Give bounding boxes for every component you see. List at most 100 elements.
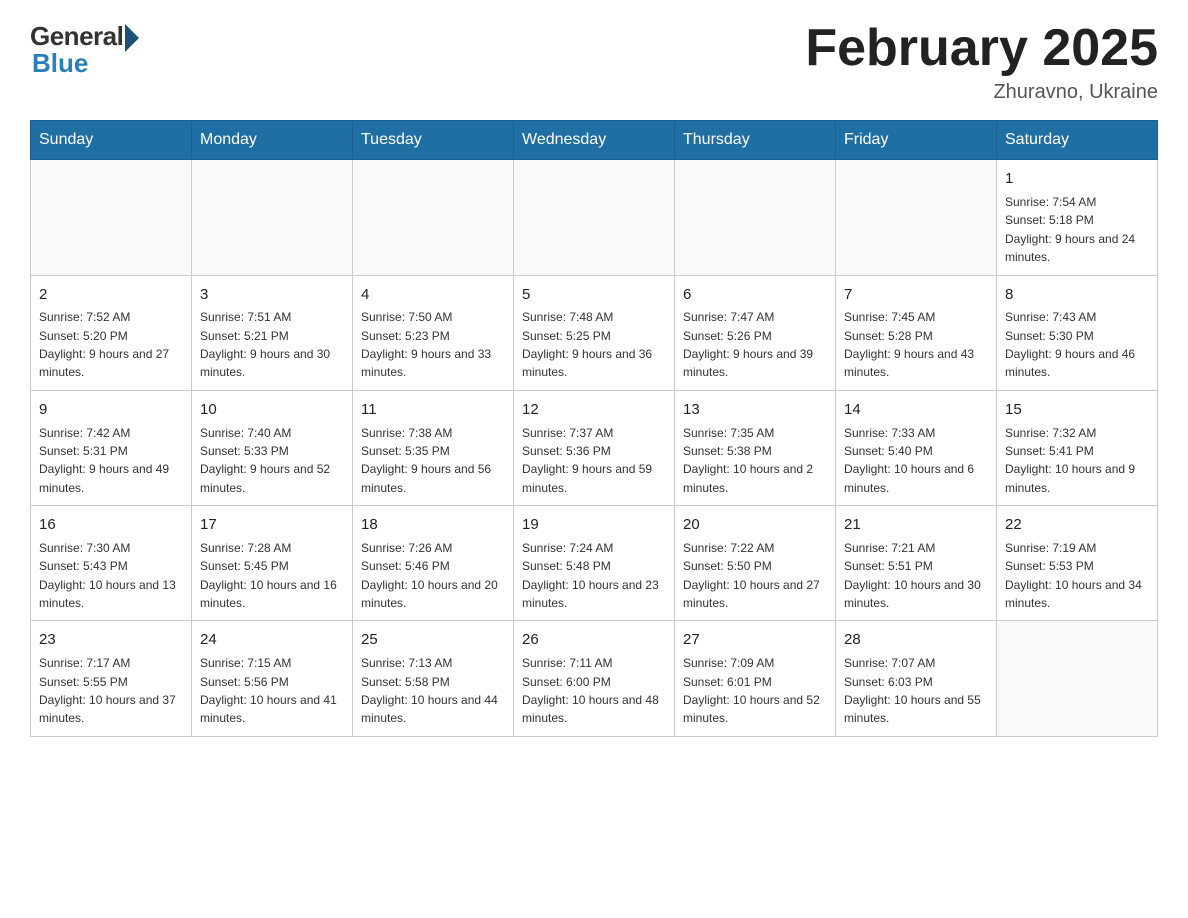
calendar-cell: 14 Sunrise: 7:33 AMSunset: 5:40 PMDayligh… [836, 390, 997, 505]
day-info: Sunrise: 7:33 AMSunset: 5:40 PMDaylight:… [844, 426, 974, 495]
calendar-cell: 2 Sunrise: 7:52 AMSunset: 5:20 PMDaylight… [31, 275, 192, 390]
header-day-thursday: Thursday [675, 121, 836, 160]
logo: General Blue [30, 20, 139, 79]
calendar-cell [675, 160, 836, 275]
month-title: February 2025 [805, 20, 1158, 77]
calendar-cell [836, 160, 997, 275]
calendar-cell: 25 Sunrise: 7:13 AMSunset: 5:58 PMDayligh… [353, 621, 514, 736]
calendar-cell: 22 Sunrise: 7:19 AMSunset: 5:53 PMDayligh… [997, 506, 1158, 621]
calendar-cell: 19 Sunrise: 7:24 AMSunset: 5:48 PMDayligh… [514, 506, 675, 621]
calendar-table: SundayMondayTuesdayWednesdayThursdayFrid… [30, 120, 1158, 737]
day-info: Sunrise: 7:26 AMSunset: 5:46 PMDaylight:… [361, 541, 498, 610]
calendar-cell: 8Sunrise: 7:43 AMSunset: 5:30 PMDaylight… [997, 275, 1158, 390]
day-number: 15 [1005, 399, 1149, 421]
day-number: 25 [361, 629, 505, 651]
day-number: 5 [522, 284, 666, 306]
day-info: Sunrise: 7:15 AMSunset: 5:56 PMDaylight:… [200, 656, 337, 725]
calendar-cell: 28 Sunrise: 7:07 AMSunset: 6:03 PMDayligh… [836, 621, 997, 736]
day-info: Sunrise: 7:07 AMSunset: 6:03 PMDaylight:… [844, 656, 981, 725]
header-day-wednesday: Wednesday [514, 121, 675, 160]
calendar-cell: 3 Sunrise: 7:51 AMSunset: 5:21 PMDaylight… [192, 275, 353, 390]
page-header: General Blue February 2025 Zhuravno, Ukr… [30, 20, 1158, 104]
calendar-cell: 16 Sunrise: 7:30 AMSunset: 5:43 PMDayligh… [31, 506, 192, 621]
day-info: Sunrise: 7:50 AMSunset: 5:23 PMDaylight:… [361, 310, 491, 379]
day-info: Sunrise: 7:30 AMSunset: 5:43 PMDaylight:… [39, 541, 176, 610]
location: Zhuravno, Ukraine [805, 81, 1158, 104]
calendar-cell: 7 Sunrise: 7:45 AMSunset: 5:28 PMDaylight… [836, 275, 997, 390]
header-day-sunday: Sunday [31, 121, 192, 160]
calendar-cell: 4 Sunrise: 7:50 AMSunset: 5:23 PMDaylight… [353, 275, 514, 390]
day-number: 28 [844, 629, 988, 651]
day-number: 16 [39, 514, 183, 536]
logo-general-text: General [30, 21, 123, 52]
day-info: Sunrise: 7:22 AMSunset: 5:50 PMDaylight:… [683, 541, 820, 610]
day-info: Sunrise: 7:47 AMSunset: 5:26 PMDaylight:… [683, 310, 813, 379]
day-number: 6 [683, 284, 827, 306]
day-number: 24 [200, 629, 344, 651]
day-info: Sunrise: 7:11 AMSunset: 6:00 PMDaylight:… [522, 656, 659, 725]
day-info: Sunrise: 7:42 AMSunset: 5:31 PMDaylight:… [39, 426, 169, 495]
calendar-cell: 20 Sunrise: 7:22 AMSunset: 5:50 PMDayligh… [675, 506, 836, 621]
day-number: 4 [361, 284, 505, 306]
day-number: 8 [1005, 284, 1149, 306]
day-number: 19 [522, 514, 666, 536]
day-info: Sunrise: 7:09 AMSunset: 6:01 PMDaylight:… [683, 656, 820, 725]
calendar-cell [997, 621, 1158, 736]
calendar-cell: 6 Sunrise: 7:47 AMSunset: 5:26 PMDaylight… [675, 275, 836, 390]
day-info: Sunrise: 7:52 AMSunset: 5:20 PMDaylight:… [39, 310, 169, 379]
day-info: Sunrise: 7:48 AMSunset: 5:25 PMDaylight:… [522, 310, 652, 379]
day-number: 22 [1005, 514, 1149, 536]
header-day-saturday: Saturday [997, 121, 1158, 160]
calendar-cell: 23 Sunrise: 7:17 AMSunset: 5:55 PMDayligh… [31, 621, 192, 736]
day-number: 2 [39, 284, 183, 306]
header-row: SundayMondayTuesdayWednesdayThursdayFrid… [31, 121, 1158, 160]
calendar-cell: 12Sunrise: 7:37 AMSunset: 5:36 PMDayligh… [514, 390, 675, 505]
day-number: 10 [200, 399, 344, 421]
week-row-2: 2 Sunrise: 7:52 AMSunset: 5:20 PMDaylight… [31, 275, 1158, 390]
day-number: 27 [683, 629, 827, 651]
week-row-1: 1 Sunrise: 7:54 AMSunset: 5:18 PMDaylight… [31, 160, 1158, 275]
calendar-body: 1 Sunrise: 7:54 AMSunset: 5:18 PMDaylight… [31, 160, 1158, 737]
header-day-monday: Monday [192, 121, 353, 160]
day-info: Sunrise: 7:19 AMSunset: 5:53 PMDaylight:… [1005, 541, 1142, 610]
header-day-friday: Friday [836, 121, 997, 160]
day-info: Sunrise: 7:17 AMSunset: 5:55 PMDaylight:… [39, 656, 176, 725]
day-info: Sunrise: 7:13 AMSunset: 5:58 PMDaylight:… [361, 656, 498, 725]
calendar-cell: 1 Sunrise: 7:54 AMSunset: 5:18 PMDaylight… [997, 160, 1158, 275]
day-number: 26 [522, 629, 666, 651]
day-info: Sunrise: 7:54 AMSunset: 5:18 PMDaylight:… [1005, 195, 1135, 264]
calendar-cell: 17Sunrise: 7:28 AMSunset: 5:45 PMDayligh… [192, 506, 353, 621]
day-info: Sunrise: 7:28 AMSunset: 5:45 PMDaylight:… [200, 541, 337, 610]
calendar-cell: 10Sunrise: 7:40 AMSunset: 5:33 PMDayligh… [192, 390, 353, 505]
day-info: Sunrise: 7:37 AMSunset: 5:36 PMDaylight:… [522, 426, 652, 495]
day-number: 3 [200, 284, 344, 306]
calendar-cell [192, 160, 353, 275]
week-row-3: 9 Sunrise: 7:42 AMSunset: 5:31 PMDaylight… [31, 390, 1158, 505]
calendar-cell: 11 Sunrise: 7:38 AMSunset: 5:35 PMDayligh… [353, 390, 514, 505]
day-info: Sunrise: 7:51 AMSunset: 5:21 PMDaylight:… [200, 310, 330, 379]
day-number: 11 [361, 399, 505, 421]
calendar-cell: 24 Sunrise: 7:15 AMSunset: 5:56 PMDayligh… [192, 621, 353, 736]
day-number: 18 [361, 514, 505, 536]
day-number: 13 [683, 399, 827, 421]
day-info: Sunrise: 7:38 AMSunset: 5:35 PMDaylight:… [361, 426, 491, 495]
day-number: 1 [1005, 168, 1149, 190]
calendar-cell: 9 Sunrise: 7:42 AMSunset: 5:31 PMDaylight… [31, 390, 192, 505]
calendar-cell: 18 Sunrise: 7:26 AMSunset: 5:46 PMDayligh… [353, 506, 514, 621]
calendar-header: SundayMondayTuesdayWednesdayThursdayFrid… [31, 121, 1158, 160]
calendar-cell [353, 160, 514, 275]
calendar-cell: 26 Sunrise: 7:11 AMSunset: 6:00 PMDayligh… [514, 621, 675, 736]
day-info: Sunrise: 7:24 AMSunset: 5:48 PMDaylight:… [522, 541, 659, 610]
day-number: 21 [844, 514, 988, 536]
day-number: 23 [39, 629, 183, 651]
calendar-cell: 13 Sunrise: 7:35 AMSunset: 5:38 PMDayligh… [675, 390, 836, 505]
day-info: Sunrise: 7:45 AMSunset: 5:28 PMDaylight:… [844, 310, 974, 379]
day-number: 14 [844, 399, 988, 421]
calendar-cell: 5 Sunrise: 7:48 AMSunset: 5:25 PMDaylight… [514, 275, 675, 390]
day-number: 7 [844, 284, 988, 306]
day-info: Sunrise: 7:35 AMSunset: 5:38 PMDaylight:… [683, 426, 813, 495]
calendar-cell [31, 160, 192, 275]
day-number: 9 [39, 399, 183, 421]
day-number: 20 [683, 514, 827, 536]
calendar-cell: 21Sunrise: 7:21 AMSunset: 5:51 PMDayligh… [836, 506, 997, 621]
